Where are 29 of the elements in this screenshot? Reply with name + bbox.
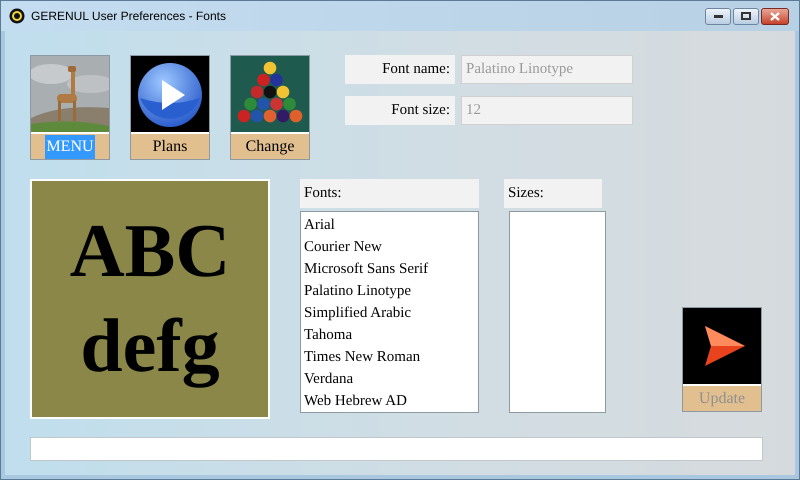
close-button[interactable] xyxy=(761,8,789,24)
field-label: Font name: xyxy=(345,55,455,84)
preview-text: defg xyxy=(80,303,220,390)
window-title: GERENUL User Preferences - Fonts xyxy=(31,8,226,25)
maximize-button[interactable] xyxy=(733,8,759,24)
field-label: Font size: xyxy=(345,96,455,125)
list-label: Sizes: xyxy=(504,179,602,208)
image-button[interactable]: Plans xyxy=(130,55,210,160)
preview-text: ABC xyxy=(70,208,230,295)
fonts-list[interactable]: Arial Courier New Microsoft Sans Serif Palatino Linotype Simplified Arabic Tahoma Times New Roman Verdana Web Hebrew AD xyxy=(300,211,479,413)
image-button[interactable]: Change xyxy=(230,55,310,160)
list-item[interactable]: Arial xyxy=(304,214,478,236)
app-icon xyxy=(9,8,25,24)
list-item[interactable]: Verdana xyxy=(304,368,478,390)
list-item[interactable]: Courier New xyxy=(304,236,478,258)
play-icon xyxy=(131,56,209,132)
list-item[interactable]: Palatino Linotype xyxy=(304,280,478,302)
list-item[interactable]: Web Hebrew AD xyxy=(304,390,478,412)
minimize-button[interactable] xyxy=(705,8,731,24)
sizes-list[interactable] xyxy=(509,211,606,413)
list-item[interactable]: Microsoft Sans Serif xyxy=(304,258,478,280)
list-item[interactable]: Tahoma xyxy=(304,324,478,346)
billiard-balls-icon xyxy=(231,56,309,132)
close-icon xyxy=(770,12,780,20)
list-item[interactable]: Simplified Arabic xyxy=(304,302,478,324)
maximize-icon xyxy=(741,12,751,20)
minimize-icon xyxy=(714,14,722,18)
list-item[interactable]: Times New Roman xyxy=(304,346,478,368)
list-label: Fonts: xyxy=(300,179,479,208)
